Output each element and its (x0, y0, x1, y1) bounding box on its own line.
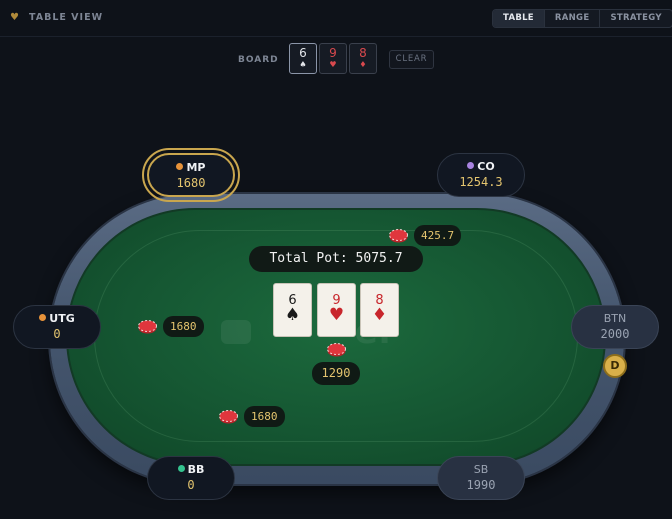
seat-stack: 0 (53, 327, 61, 341)
board-card-rank: 8 (359, 46, 367, 60)
tab-table[interactable]: TABLE (493, 10, 545, 27)
tab-range[interactable]: RANGE (545, 10, 601, 27)
chip-stack-icon (327, 343, 346, 357)
seat-name: MP (149, 161, 233, 175)
seat-name: BTN (603, 312, 627, 325)
felt-card-1: 6 ♠ (273, 283, 312, 337)
board-card-1[interactable]: 6 ♠ (289, 43, 317, 74)
seat-name-label: UTG (49, 312, 75, 325)
board-label: BOARD (238, 55, 279, 65)
total-pot: Total Pot: 5075.7 (249, 246, 423, 272)
diamond-icon: ♦ (371, 305, 388, 325)
seat-name: UTG (14, 312, 100, 326)
chip-stack-icon (219, 410, 238, 424)
seat-stack: 1680 (176, 176, 206, 190)
board-card-3[interactable]: 8 ♦ (349, 43, 377, 74)
clear-button[interactable]: CLEAR (389, 50, 434, 69)
seat-co[interactable]: CO 1254.3 (437, 153, 525, 197)
seat-utg[interactable]: UTG 0 (13, 305, 101, 349)
seat-name: BB (148, 463, 234, 477)
seat-name: CO (438, 160, 524, 174)
spade-icon: ♠ (284, 305, 301, 325)
chip-stack-icon (389, 229, 408, 243)
seat-name-label: MP (186, 161, 206, 174)
top-bar: ♥ TABLE VIEW TABLE RANGE STRATEGY (0, 0, 672, 37)
seat-name: SB (473, 463, 489, 476)
dealer-button: D (603, 354, 627, 378)
spade-icon: ♠ (299, 60, 307, 69)
app-title: TABLE VIEW (29, 12, 104, 23)
bet-amount-utg: 1680 (163, 316, 204, 337)
seat-name-label: CO (477, 160, 495, 173)
center-bet-amount: 1290 (312, 362, 360, 385)
position-dot-icon (467, 162, 475, 169)
board-card-rank: 9 (329, 46, 337, 60)
seat-sb[interactable]: SB 1990 (437, 456, 525, 500)
seat-name-label: BB (187, 463, 205, 476)
chip-stack-icon (138, 320, 157, 334)
board-card-2[interactable]: 9 ♥ (319, 43, 347, 74)
felt-card-2: 9 ♥ (317, 283, 356, 337)
seat-btn[interactable]: BTN 2000 (571, 305, 659, 349)
seat-stack: 1990 (466, 478, 496, 492)
bet-amount-bb: 1680 (244, 406, 285, 427)
position-dot-icon (176, 163, 184, 170)
seat-stack: 1254.3 (459, 175, 503, 189)
seat-stack: 2000 (600, 327, 630, 341)
seat-stack: 0 (187, 478, 195, 492)
heart-icon: ♥ (10, 12, 19, 23)
seat-bb[interactable]: BB 0 (147, 456, 235, 500)
view-tabs: TABLE RANGE STRATEGY (492, 9, 672, 28)
board-card-rank: 6 (299, 46, 307, 60)
heart-suit-icon: ♥ (328, 305, 345, 325)
felt-card-3: 8 ♦ (360, 283, 399, 337)
position-dot-icon (177, 465, 185, 472)
heart-suit-icon: ♥ (329, 60, 337, 69)
diamond-icon: ♦ (359, 60, 367, 69)
position-dot-icon (39, 314, 47, 321)
bet-amount-co: 425.7 (414, 225, 462, 246)
tab-strategy[interactable]: STRATEGY (600, 10, 671, 27)
seat-mp[interactable]: MP 1680 (147, 153, 235, 197)
